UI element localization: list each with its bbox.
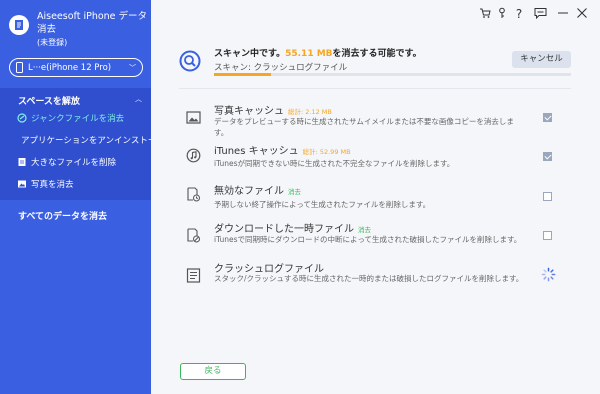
- item-desc-download-temp: iTunesで同期時にダウンロードの中断によって生成された破損したファイルを削除…: [214, 235, 522, 244]
- loading-spinner-icon: [541, 267, 556, 282]
- brand: Aiseesoft iPhone データ 消去 (未登録): [8, 10, 147, 49]
- scan-progress-bar: [214, 73, 571, 76]
- sidebar-item-erase-all[interactable]: すべてのデータを消去: [18, 209, 107, 222]
- sidebar-item-label: アプリケーションをアンインストー: [21, 136, 151, 146]
- scan-progress-fill: [214, 73, 272, 76]
- file-icon: [18, 158, 26, 166]
- item-title-download-temp: ダウンロードした一時ファイル 消去: [214, 220, 371, 235]
- item-size-badge: 総計: 52.99 MB: [302, 148, 351, 156]
- photo-icon: [18, 180, 26, 188]
- invalid-file-icon: [187, 187, 200, 202]
- device-name: L···e(iPhone 12 Pro): [28, 62, 112, 73]
- close-icon[interactable]: [575, 7, 589, 21]
- download-icon: [187, 228, 200, 243]
- item-title-photo-cache: 写真キャッシュ 総計: 2.12 MB: [214, 102, 332, 117]
- item-desc-itunes-cache: iTunesが同期できない時に生成された不完全なファイルを削除します。: [214, 159, 455, 168]
- scan-title: スキャン中です。55.11 MBを消去する可能です。: [214, 46, 422, 59]
- checkbox-photo-cache[interactable]: [543, 113, 552, 122]
- sidebar-item-uninstall[interactable]: アプリケーションをアンインストー: [17, 133, 151, 147]
- app-title: Aiseesoft iPhone データ 消去 (未登録): [37, 10, 147, 49]
- item-desc-crash-log: スタック/クラッシュする時に生成された一時的または破損したログファイルを削除しま…: [214, 274, 524, 283]
- sidebar-item-label: 大きなファイルを削除: [31, 158, 117, 168]
- checkbox-itunes-cache[interactable]: [543, 152, 552, 161]
- feedback-icon[interactable]: [533, 7, 547, 21]
- log-icon: [186, 268, 201, 283]
- item-desc-invalid-files: 予期しない終了操作によって生成されたファイルを削除します。: [214, 200, 431, 209]
- scan-status-icon: [179, 50, 201, 72]
- item-title-text: iTunes キャッシュ: [214, 146, 299, 157]
- checkbox-download-temp[interactable]: [543, 231, 552, 240]
- music-icon: [186, 148, 201, 163]
- checkbox-invalid-files[interactable]: [543, 192, 552, 201]
- item-title-invalid-files: 無効なファイル 消去: [214, 182, 301, 197]
- app-title-line1: Aiseesoft iPhone データ: [37, 11, 148, 22]
- sidebar-item-label: 写真を消去: [31, 180, 74, 190]
- device-selector[interactable]: L···e(iPhone 12 Pro) ﹀: [9, 58, 143, 77]
- chevron-up-icon[interactable]: ︿: [135, 94, 142, 104]
- sidebar-item-junk[interactable]: ジャンクファイルを消去: [17, 111, 151, 125]
- phone-icon: [16, 62, 23, 73]
- help-icon[interactable]: ?: [512, 7, 526, 21]
- item-title-text: 無効なファイル: [214, 186, 284, 197]
- app-logo-icon: [9, 15, 29, 35]
- broom-icon: [17, 113, 27, 123]
- chevron-down-icon: ﹀: [129, 63, 136, 72]
- scan-subtitle: スキャン: クラッシュログファイル: [214, 63, 348, 73]
- image-icon: [186, 111, 201, 124]
- item-size-badge: 総計: 2.12 MB: [288, 108, 332, 116]
- app-title-line2: 消去: [37, 24, 57, 35]
- sidebar: Aiseesoft iPhone データ 消去 (未登録) L···e(iPho…: [0, 0, 151, 394]
- cancel-button[interactable]: キャンセル: [512, 51, 571, 68]
- sidebar-item-photos[interactable]: 写真を消去: [17, 177, 151, 191]
- scan-title-suffix: を消去する可能です。: [332, 49, 422, 59]
- scan-size: 55.11 MB: [285, 49, 333, 59]
- divider: [179, 88, 571, 89]
- cart-icon[interactable]: [478, 7, 492, 21]
- section-title-free-space[interactable]: スペースを解放: [18, 94, 80, 107]
- item-desc-photo-cache: データをプレビューする時に生成されたサムイメイルまたは不要な画像コピーを消去しま…: [214, 117, 514, 137]
- registration-status: (未登録): [37, 38, 68, 47]
- back-button[interactable]: 戻る: [180, 363, 246, 380]
- sidebar-item-label: ジャンクファイルを消去: [31, 114, 125, 124]
- item-title-itunes-cache: iTunes キャッシュ 総計: 52.99 MB: [214, 142, 351, 157]
- item-erase-badge: 消去: [288, 188, 301, 196]
- item-erase-badge: 消去: [358, 226, 371, 234]
- key-icon[interactable]: [495, 7, 509, 21]
- minimize-icon[interactable]: [556, 7, 570, 21]
- sidebar-item-large-files[interactable]: 大きなファイルを削除: [17, 155, 151, 169]
- scan-title-prefix: スキャン中です。: [214, 49, 286, 59]
